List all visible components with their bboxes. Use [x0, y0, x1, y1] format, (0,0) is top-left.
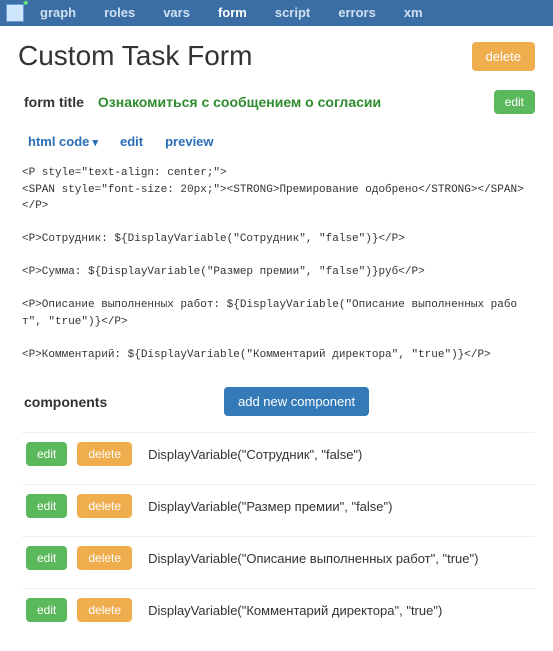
components-label: components	[24, 394, 224, 410]
title-row: Custom Task Form delete	[18, 40, 535, 72]
components-header: components add new component	[24, 387, 535, 416]
tab-roles[interactable]: roles	[90, 0, 149, 26]
delete-component-button[interactable]: delete	[77, 494, 132, 518]
edit-component-button[interactable]: edit	[26, 494, 67, 518]
page-title: Custom Task Form	[18, 40, 252, 72]
component-text: DisplayVariable("Размер премии", "false"…	[148, 499, 392, 514]
tab-form[interactable]: form	[204, 0, 261, 26]
component-text: DisplayVariable("Сотрудник", "false")	[148, 447, 362, 462]
edit-component-button[interactable]: edit	[26, 442, 67, 466]
tab-xml[interactable]: xm	[390, 0, 427, 26]
html-preview-link[interactable]: preview	[165, 134, 213, 149]
delete-form-button[interactable]: delete	[472, 42, 535, 71]
html-code-block: <P style="text-align: center;"> <SPAN st…	[18, 163, 535, 367]
top-tabbar: * graph roles vars form script errors xm	[0, 0, 553, 26]
components-list: edit delete DisplayVariable("Сотрудник", "…	[18, 432, 535, 631]
edit-title-button[interactable]: edit	[494, 90, 535, 114]
component-row: edit delete DisplayVariable("Размер премии…	[22, 484, 535, 527]
page-body: Custom Task Form delete form title Ознак…	[0, 26, 553, 651]
component-text: DisplayVariable("Описание выполненных ра…	[148, 551, 478, 566]
delete-component-button[interactable]: delete	[77, 546, 132, 570]
edit-component-button[interactable]: edit	[26, 598, 67, 622]
component-text: DisplayVariable("Комментарий директора",…	[148, 603, 442, 618]
tab-errors[interactable]: errors	[324, 0, 390, 26]
component-row: edit delete DisplayVariable("Комментарий д…	[22, 588, 535, 631]
add-component-button[interactable]: add new component	[224, 387, 369, 416]
edit-component-button[interactable]: edit	[26, 546, 67, 570]
tab-graph[interactable]: graph	[26, 0, 90, 26]
html-code-dropdown[interactable]: html code	[28, 134, 98, 149]
tab-vars[interactable]: vars	[149, 0, 204, 26]
html-edit-link[interactable]: edit	[120, 134, 143, 149]
form-title-value: Ознакомиться с сообщением о согласии	[98, 94, 480, 110]
html-subnav: html code edit preview	[18, 134, 535, 149]
component-row: edit delete DisplayVariable("Описание выпо…	[22, 536, 535, 579]
component-row: edit delete DisplayVariable("Сотрудник", "…	[22, 432, 535, 475]
delete-component-button[interactable]: delete	[77, 598, 132, 622]
tab-script[interactable]: script	[261, 0, 324, 26]
delete-component-button[interactable]: delete	[77, 442, 132, 466]
form-title-label: form title	[24, 94, 84, 110]
form-title-row: form title Ознакомиться с сообщением о с…	[18, 90, 535, 114]
save-icon[interactable]: *	[4, 2, 26, 24]
